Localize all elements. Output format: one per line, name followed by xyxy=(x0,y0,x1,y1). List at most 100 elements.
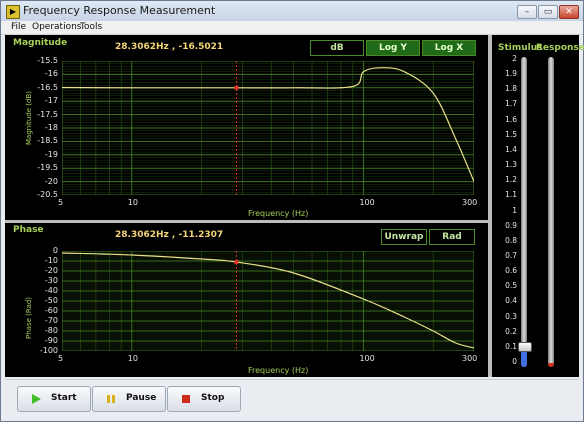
log-x-toggle-button[interactable]: Log X xyxy=(422,40,476,56)
menu-file[interactable]: File xyxy=(11,21,26,34)
stimulus-slider-thumb[interactable] xyxy=(518,341,532,352)
app-icon: ▶ xyxy=(6,5,20,19)
pause-button[interactable]: Pause xyxy=(92,386,166,412)
magnitude-x-tick-label: 10 xyxy=(127,198,138,207)
magnitude-x-axis-label: Frequency (Hz) xyxy=(248,209,309,218)
unwrap-toggle-button[interactable]: Unwrap xyxy=(381,229,427,245)
magnitude-y-tick-label: -15.5 xyxy=(37,56,58,65)
phase-y-tick-label: 0 xyxy=(52,246,58,255)
phase-x-tick-label: 10 xyxy=(127,354,138,363)
magnitude-y-tick-label: -20 xyxy=(44,176,58,186)
magnitude-x-tick-label: 300 xyxy=(462,198,478,207)
content-area: Magnitude 28.3062Hz , -16.5021 dB Log Y … xyxy=(5,35,584,377)
stimulus-scale-label: 1.5 xyxy=(505,129,517,139)
response-label: Response xyxy=(536,43,584,53)
phase-y-tick-label: -80 xyxy=(44,326,58,335)
magnitude-y-tick-label: -19.5 xyxy=(37,163,58,173)
app-window: ▶ Frequency Response Measurement – ▭ ✕ F… xyxy=(0,0,584,422)
close-button[interactable]: ✕ xyxy=(559,5,579,19)
db-toggle-button[interactable]: dB xyxy=(310,40,364,56)
magnitude-x-tick-label: 100 xyxy=(359,198,375,207)
magnitude-readout-value: -16.5021 xyxy=(178,42,224,52)
stimulus-scale-label: 2 xyxy=(512,54,517,63)
window-title: Frequency Response Measurement xyxy=(23,4,216,17)
stimulus-slider-track[interactable] xyxy=(521,57,527,367)
stimulus-scale-label: 1.2 xyxy=(505,175,517,185)
stimulus-scale-label: 0.6 xyxy=(505,266,517,276)
magnitude-y-tick-label: -19 xyxy=(44,149,58,159)
magnitude-y-tick-label: -20.5 xyxy=(37,190,58,199)
stimulus-scale-label: 0.5 xyxy=(505,281,517,291)
magnitude-y-tick-label: -17.5 xyxy=(37,109,58,119)
phase-plot[interactable] xyxy=(62,251,474,351)
menu-operations[interactable]: Operations xyxy=(32,21,81,34)
magnitude-x-tick-label: 5 xyxy=(58,198,64,207)
play-icon xyxy=(32,394,41,404)
phase-y-tick-label: -100 xyxy=(39,346,58,355)
stimulus-scale-label: 1.1 xyxy=(505,190,517,200)
magnitude-cursor-marker xyxy=(234,85,239,90)
stimulus-scale-label: 0.7 xyxy=(505,250,517,260)
phase-x-tick-label: 100 xyxy=(359,354,375,363)
phase-x-tick-label: 5 xyxy=(58,354,64,363)
phase-y-tick-label: -90 xyxy=(44,336,58,345)
panel-splitter[interactable] xyxy=(5,220,491,223)
magnitude-readout-freq: 28.3062Hz xyxy=(115,42,169,52)
side-splitter[interactable] xyxy=(488,35,492,377)
menu-tools[interactable]: Tools xyxy=(80,21,102,34)
stimulus-scale-label: 1.7 xyxy=(505,99,517,109)
magnitude-y-tick-label: -16 xyxy=(44,69,58,79)
stimulus-scale-label: 0.2 xyxy=(505,326,517,336)
phase-x-axis-label: Frequency (Hz) xyxy=(248,366,309,375)
magnitude-y-tick-label: -17 xyxy=(44,96,58,106)
phase-readout-freq: 28.3062Hz xyxy=(115,230,169,240)
phase-y-tick-label: -10 xyxy=(44,256,58,265)
phase-y-tick-label: -60 xyxy=(44,306,58,315)
stop-button[interactable]: Stop xyxy=(167,386,241,412)
phase-y-tick-label: -30 xyxy=(44,276,58,285)
magnitude-y-tick-label: -16.5 xyxy=(37,82,58,92)
menu-bar: File Operations Tools xyxy=(1,21,583,35)
magnitude-readout: 28.3062Hz , -16.5021 xyxy=(115,42,223,52)
maximize-button[interactable]: ▭ xyxy=(538,5,558,19)
magnitude-label: Magnitude xyxy=(13,38,68,48)
stimulus-scale-label: 0.4 xyxy=(505,296,517,306)
response-meter-track xyxy=(548,57,554,367)
magnitude-y-tick-label: -18.5 xyxy=(37,136,58,146)
stimulus-scale-label: 1.6 xyxy=(505,114,517,124)
magnitude-y-tick-label: -18 xyxy=(44,123,58,132)
phase-y-tick-label: -40 xyxy=(44,286,58,295)
control-bar: Start Pause Stop xyxy=(5,379,579,418)
stimulus-scale-label: 0.1 xyxy=(505,341,517,351)
stimulus-scale-label: 1 xyxy=(512,205,517,215)
response-meter-level xyxy=(548,363,554,367)
stimulus-scale-label: 1.4 xyxy=(505,144,517,154)
phase-y-tick-label: -70 xyxy=(44,316,58,325)
start-button[interactable]: Start xyxy=(17,386,91,412)
stimulus-scale-label: 1.8 xyxy=(505,84,517,94)
phase-label: Phase xyxy=(13,225,44,235)
minimize-button[interactable]: – xyxy=(517,5,537,19)
rad-toggle-button[interactable]: Rad xyxy=(429,229,475,245)
stimulus-scale-label: 0.3 xyxy=(505,311,517,321)
log-y-toggle-button[interactable]: Log Y xyxy=(366,40,420,56)
title-bar[interactable]: ▶ Frequency Response Measurement – ▭ ✕ xyxy=(1,1,583,21)
start-button-label: Start xyxy=(51,393,77,403)
magnitude-plot[interactable] xyxy=(62,61,474,195)
phase-y-tick-label: -50 xyxy=(44,296,58,305)
phase-readout: 28.3062Hz , -11.2307 xyxy=(115,230,223,240)
stimulus-scale-label: 0 xyxy=(512,357,517,366)
pause-button-label: Pause xyxy=(126,393,157,403)
phase-cursor-marker xyxy=(234,260,239,265)
magnitude-readout-sep: , xyxy=(171,42,176,52)
stop-button-label: Stop xyxy=(201,393,225,403)
pause-icon xyxy=(107,395,115,403)
stimulus-scale-label: 0.8 xyxy=(505,235,517,245)
phase-y-tick-label: -20 xyxy=(44,266,58,275)
phase-x-tick-label: 300 xyxy=(462,354,478,363)
stimulus-scale-label: 1.9 xyxy=(505,69,517,79)
stimulus-scale-label: 1.3 xyxy=(505,160,517,170)
stop-icon xyxy=(182,395,190,403)
phase-readout-value: -11.2307 xyxy=(178,230,224,240)
stimulus-scale-label: 0.9 xyxy=(505,220,517,230)
